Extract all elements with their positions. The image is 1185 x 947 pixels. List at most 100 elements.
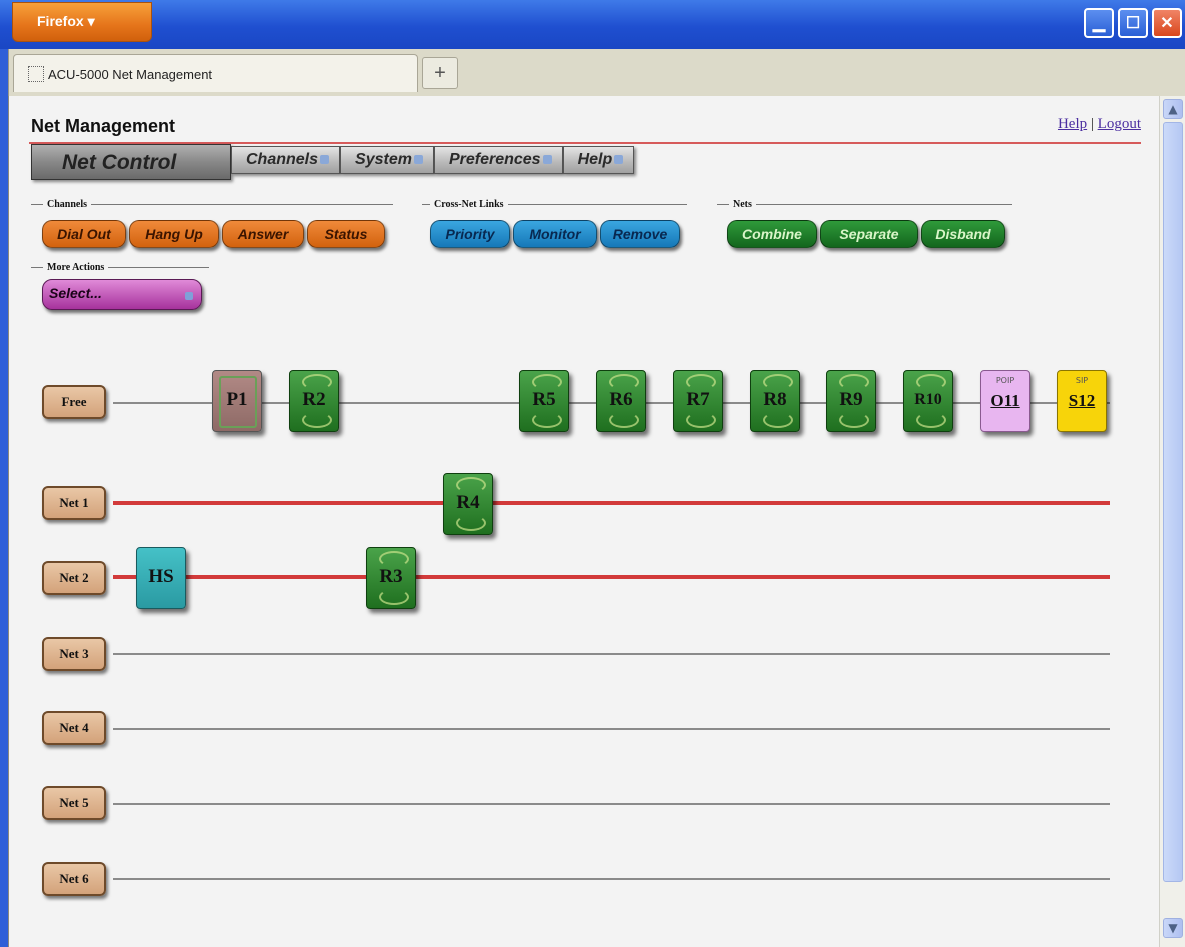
channel-node-o11[interactable]: POIP O11 [980,370,1030,432]
nets-group-label: Nets [717,199,1012,210]
browser-tab[interactable]: ACU-5000 Net Management [13,54,418,92]
disband-button[interactable]: Disband [921,220,1005,248]
combine-button[interactable]: Combine [727,220,817,248]
net-label-net-4[interactable]: Net 4 [42,711,106,745]
page-favicon-icon [28,66,44,82]
net-label-free[interactable]: Free [42,385,106,419]
channel-node-p1[interactable]: P1 [212,370,262,432]
monitor-button[interactable]: Monitor [513,220,597,248]
channel-node-r10[interactable]: R10 [903,370,953,432]
browser-tab-bar: ACU-5000 Net Management + [8,49,1185,96]
node-label: R5 [532,389,556,410]
channel-node-r6[interactable]: R6 [596,370,646,432]
menu-channels[interactable]: Channels [231,146,341,174]
net-2-line [113,575,1110,579]
tab-title: ACU-5000 Net Management [48,67,213,82]
divider [422,204,430,205]
maximize-icon[interactable]: ☐ [1118,8,1148,38]
channel-node-hs[interactable]: HS [136,547,186,609]
minimize-icon[interactable]: ▁ [1084,8,1114,38]
net-3-line [113,653,1110,655]
main-menu: Net Control Channels System Preferences … [31,144,635,180]
window-controls: ▁ ☐ ✕ [1084,8,1182,38]
remove-button[interactable]: Remove [600,220,680,248]
separate-button[interactable]: Separate [820,220,918,248]
more-actions-select[interactable]: Select... [42,279,202,310]
net-label-net-6[interactable]: Net 6 [42,862,106,896]
menu-preferences[interactable]: Preferences [433,146,563,174]
node-label: R4 [456,492,480,513]
top-links: Help | Logout [1058,116,1141,133]
net-label-net-3[interactable]: Net 3 [42,637,106,671]
node-label: R6 [609,389,633,410]
net-4-line [113,728,1110,730]
divider [507,204,687,205]
chevron-down-icon [320,155,330,165]
channel-node-r2[interactable]: R2 [289,370,339,432]
divider [755,204,1012,205]
cross-net-group-label: Cross-Net Links [422,199,687,210]
channel-node-s12[interactable]: SIP S12 [1057,370,1107,432]
channel-node-r5[interactable]: R5 [519,370,569,432]
menu-help[interactable]: Help [562,146,635,174]
chevron-down-icon [614,155,624,165]
menu-help-label: Help [577,151,613,168]
node-label: R2 [302,389,326,410]
node-type-tag: POIP [995,376,1015,385]
answer-button[interactable]: Answer [222,220,304,248]
net-6-line [113,878,1110,880]
menu-net-control[interactable]: Net Control [31,144,231,180]
hang-up-button[interactable]: Hang Up [129,220,219,248]
more-actions-group-label: More Actions [31,262,209,273]
page-title: Net Management [31,116,176,136]
new-tab-button[interactable]: + [422,57,458,89]
net-label-net-5[interactable]: Net 5 [42,786,106,820]
menu-system-label: System [355,151,412,168]
page-scrollbar[interactable]: ▲ ▼ [1159,96,1185,947]
chevron-down-icon [185,292,193,300]
firefox-menu-label: Firefox [37,13,84,29]
scroll-thumb[interactable] [1163,122,1183,882]
divider [31,204,43,205]
net-label-net-2[interactable]: Net 2 [42,561,106,595]
channels-group-title: Channels [47,199,88,210]
node-label: O11 [990,391,1020,410]
node-label: R8 [763,389,787,410]
channel-node-r8[interactable]: R8 [750,370,800,432]
dial-out-button[interactable]: Dial Out [42,220,126,248]
link-separator: | [1090,116,1094,132]
channel-node-r7[interactable]: R7 [673,370,723,432]
menu-system[interactable]: System [340,146,434,174]
priority-button[interactable]: Priority [430,220,510,248]
divider [108,267,209,268]
node-label: R9 [839,389,863,410]
node-label: R3 [379,566,403,587]
cross-net-group-title: Cross-Net Links [434,199,504,210]
channel-node-r9[interactable]: R9 [826,370,876,432]
scroll-up-icon[interactable]: ▲ [1163,99,1183,119]
close-icon[interactable]: ✕ [1152,8,1182,38]
net-1-line [113,501,1110,505]
scroll-down-icon[interactable]: ▼ [1163,918,1183,938]
channel-node-r4[interactable]: R4 [443,473,493,535]
channel-node-r3[interactable]: R3 [366,547,416,609]
node-label: HS [148,566,174,587]
menu-channels-label: Channels [246,151,319,168]
net-label-net-1[interactable]: Net 1 [42,486,106,520]
menu-preferences-label: Preferences [448,151,541,168]
node-label: R10 [914,391,942,408]
page-content: Net Management Help | Logout Net Control… [8,96,1159,947]
net-5-line [113,803,1110,805]
divider [31,267,43,268]
chevron-down-icon [542,155,552,165]
status-button[interactable]: Status [307,220,385,248]
more-actions-group-title: More Actions [47,262,105,273]
node-label: R7 [686,389,710,410]
help-link[interactable]: Help [1058,116,1087,132]
node-label: S12 [1068,391,1096,410]
logout-link[interactable]: Logout [1098,116,1141,132]
channels-group-label: Channels [31,199,393,210]
more-actions-select-value: Select... [49,285,102,301]
nets-group-title: Nets [733,199,752,210]
firefox-menu-button[interactable]: Firefox ▾ [12,2,152,42]
